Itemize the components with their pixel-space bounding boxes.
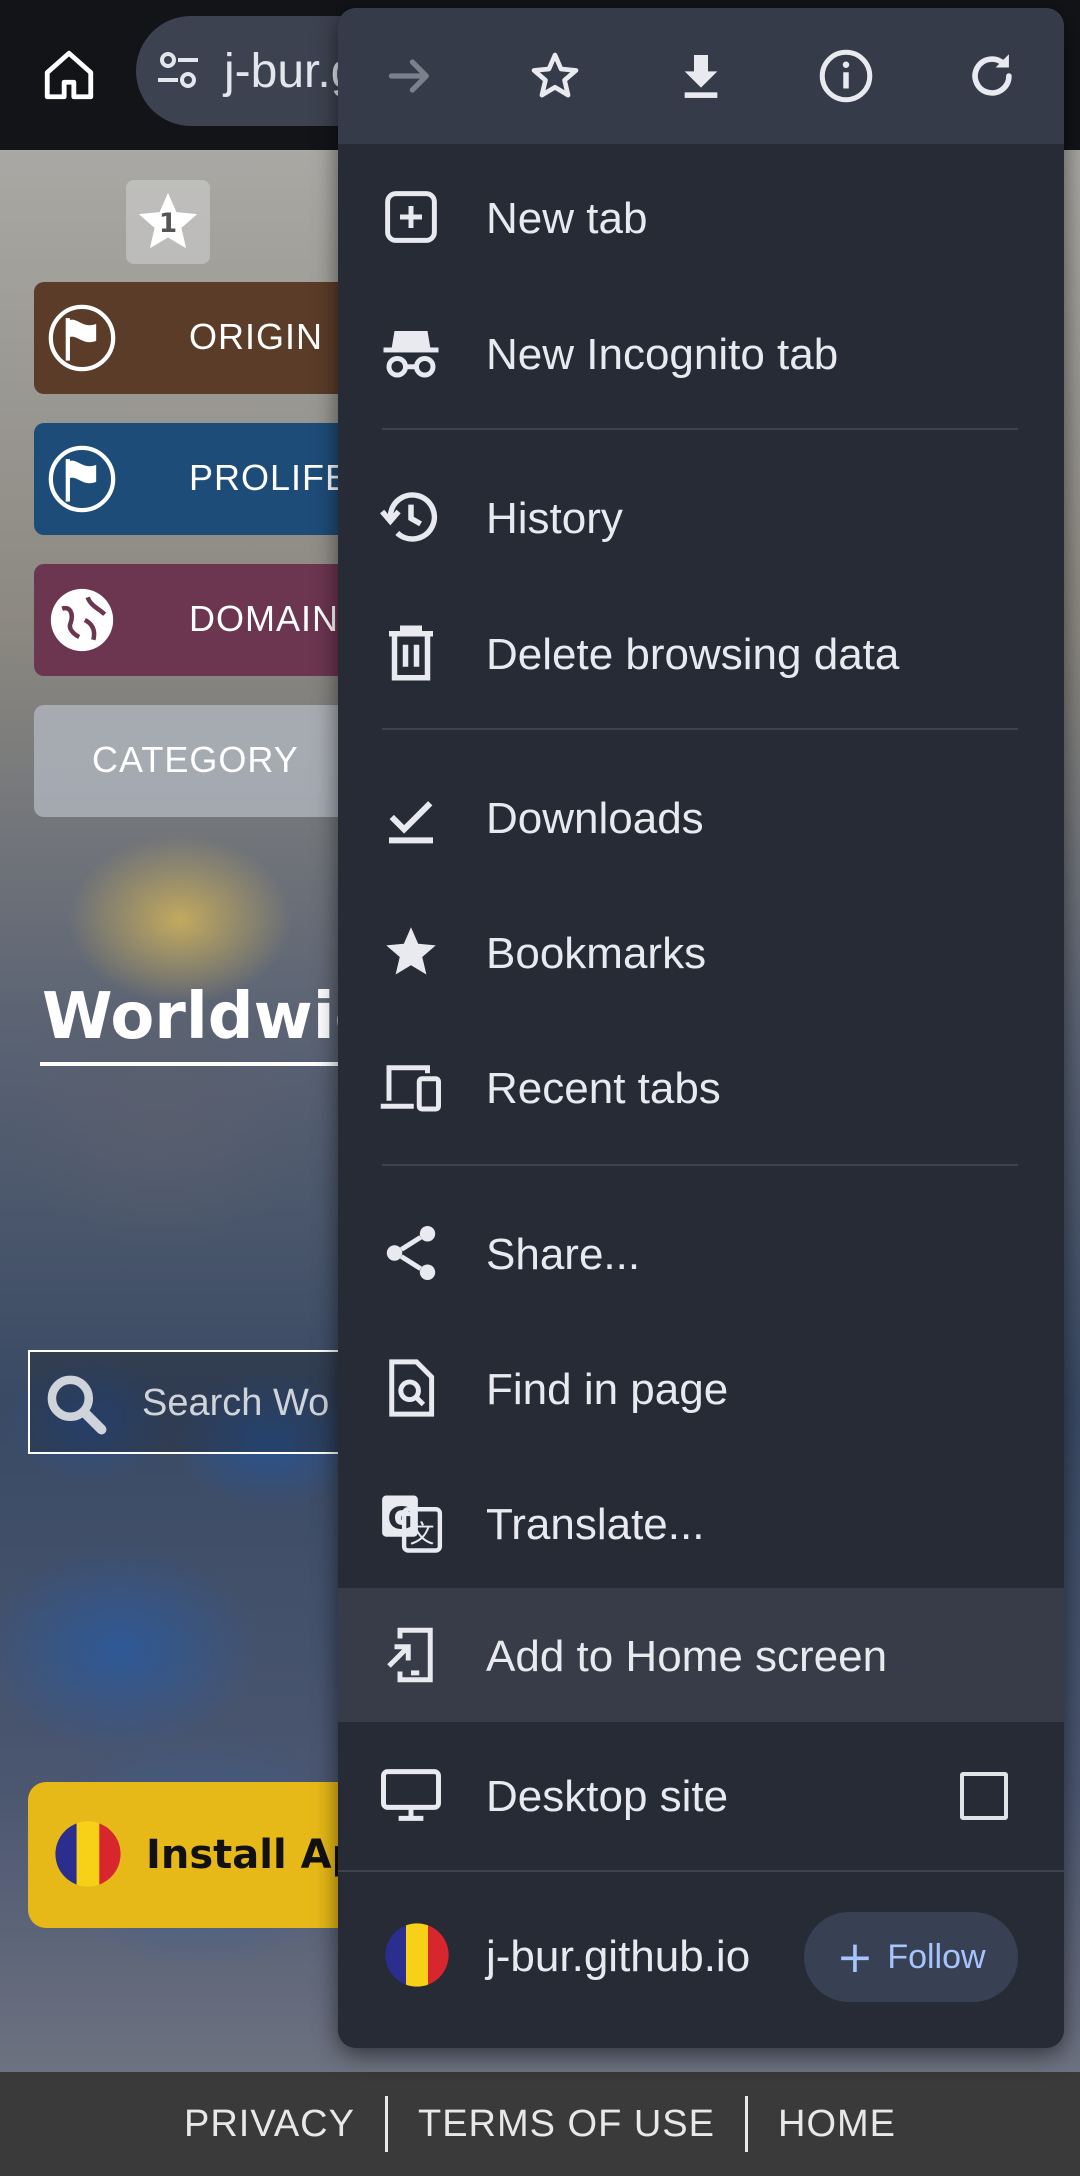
menu-item-find-in-page[interactable]: Find in page <box>338 1321 1064 1455</box>
site-name: j-bur.github.io <box>486 1932 751 1981</box>
plus-icon: + <box>836 1931 874 1983</box>
title-underline <box>40 1062 370 1066</box>
home-link[interactable]: HOME <box>748 2103 926 2146</box>
menu-item-label: Translate... <box>486 1500 705 1549</box>
install-label: Install Ap <box>146 1832 361 1878</box>
new-tab-icon <box>385 191 437 243</box>
menu-divider <box>382 428 1018 430</box>
forward-button[interactable] <box>370 36 450 116</box>
bookmark-star-icon <box>386 927 436 975</box>
follow-label: Follow <box>887 1937 986 1976</box>
menu-divider <box>382 1164 1018 1166</box>
incognito-icon <box>383 331 439 378</box>
share-icon <box>386 1226 436 1280</box>
star-icon <box>531 52 579 98</box>
domain-label: DOMAIN <box>189 598 339 639</box>
menu-item-label: Bookmarks <box>486 929 707 978</box>
site-settings-icon[interactable] <box>154 46 202 94</box>
flag-icon <box>48 304 116 372</box>
bookmark-button[interactable] <box>515 36 595 116</box>
add-to-home-icon <box>387 1627 433 1683</box>
privacy-link[interactable]: PRIVACY <box>154 2103 385 2146</box>
page-footer: PRIVACY TERMS OF USE HOME <box>0 2072 1080 2176</box>
globe-icon <box>50 588 114 652</box>
browser-overflow-menu: New tab New Incognito tab History Delete… <box>338 8 1064 2048</box>
flag-icon <box>48 445 116 513</box>
menu-item-label: Recent tabs <box>486 1064 721 1113</box>
romania-flag-icon <box>55 1821 121 1887</box>
menu-item-label: Share... <box>486 1230 641 1279</box>
prolife-label: PROLIFE <box>189 457 351 498</box>
find-in-page-icon <box>389 1359 435 1417</box>
page-title: Worldwic <box>42 980 373 1054</box>
menu-item-new-incognito-tab[interactable]: New Incognito tab <box>338 286 1064 420</box>
menu-item-recent-tabs[interactable]: Recent tabs <box>338 1020 1064 1154</box>
menu-item-label: Add to Home screen <box>486 1632 888 1681</box>
downloads-check-icon <box>389 801 433 844</box>
page-info-button[interactable] <box>806 36 886 116</box>
refresh-button[interactable] <box>952 36 1032 116</box>
menu-divider <box>382 728 1018 730</box>
download-icon <box>684 55 718 98</box>
svg-text:文: 文 <box>410 1519 435 1548</box>
download-button[interactable] <box>661 36 741 116</box>
menu-item-downloads[interactable]: Downloads <box>338 750 1064 884</box>
menu-item-label: Downloads <box>486 794 704 843</box>
history-icon <box>380 492 438 542</box>
origin-label: ORIGIN <box>189 316 324 357</box>
menu-item-bookmarks[interactable]: Bookmarks <box>338 885 1064 1019</box>
menu-item-label: Desktop site <box>486 1772 729 1821</box>
menu-item-desktop-site[interactable]: Desktop site <box>338 1728 1064 1862</box>
menu-item-label: History <box>486 494 623 543</box>
desktop-icon <box>381 1769 441 1821</box>
category-label: CATEGORY <box>92 739 299 780</box>
home-icon <box>44 50 94 100</box>
refresh-icon <box>972 54 1012 96</box>
menu-item-new-tab[interactable]: New tab <box>338 150 1064 284</box>
svg-text:1: 1 <box>159 209 177 239</box>
menu-item-delete-browsing-data[interactable]: Delete browsing data <box>338 586 1064 720</box>
trash-icon <box>389 625 433 681</box>
menu-item-label: New tab <box>486 194 648 243</box>
forward-icon <box>388 59 429 93</box>
menu-item-translate[interactable]: G文 Translate... <box>338 1456 1064 1590</box>
desktop-site-checkbox[interactable] <box>960 1772 1008 1820</box>
follow-button[interactable]: + Follow <box>804 1912 1018 2002</box>
menu-divider <box>338 1870 1064 1872</box>
info-icon <box>819 49 873 103</box>
devices-icon <box>380 1065 441 1112</box>
search-icon <box>47 1375 107 1435</box>
site-follow-row: j-bur.github.io + Follow <box>338 1890 1064 2020</box>
menu-item-history[interactable]: History <box>338 450 1064 584</box>
terms-link[interactable]: TERMS OF USE <box>388 2103 745 2146</box>
site-favicon <box>385 1923 449 1987</box>
menu-item-add-to-home-screen[interactable]: Add to Home screen <box>338 1588 1064 1722</box>
star-logo-icon: 1 <box>138 192 198 249</box>
translate-icon: G文 <box>382 1495 443 1553</box>
menu-item-label: Find in page <box>486 1365 729 1414</box>
menu-toolbar <box>338 8 1064 144</box>
home-button[interactable] <box>30 36 108 114</box>
menu-item-share[interactable]: Share... <box>338 1186 1064 1320</box>
site-logo[interactable]: 1 <box>126 180 210 264</box>
menu-item-label: New Incognito tab <box>486 330 839 379</box>
menu-item-label: Delete browsing data <box>486 630 900 679</box>
